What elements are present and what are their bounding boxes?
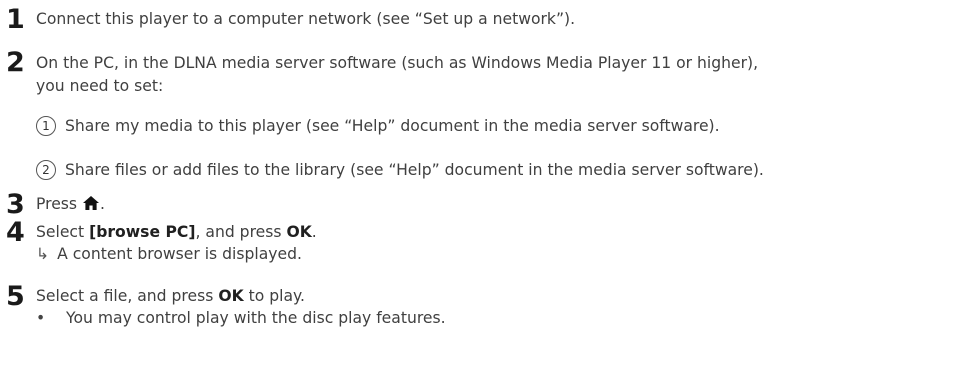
step-text-post: . [100, 195, 105, 213]
step-text-pre: Select [36, 223, 90, 241]
step-result: ↳ A content browser is displayed. [36, 243, 302, 265]
step-text-post: . [311, 223, 317, 241]
step-text-post: to play. [243, 287, 305, 305]
sub-step-number: 1 [36, 116, 56, 136]
step-text: Select [browse PC], and press OK. [36, 221, 317, 243]
home-icon [83, 194, 100, 216]
step-text: Press . [36, 193, 105, 216]
step-number: 3 [6, 189, 25, 220]
sub-step-text: Share my media to this player (see “Help… [65, 117, 720, 135]
ok-key: OK [286, 223, 312, 241]
step-text-pre: Press [36, 195, 78, 213]
step-bullet: • You may control play with the disc play… [36, 307, 446, 329]
result-arrow-icon: ↳ [36, 245, 50, 263]
ok-key: OK [218, 287, 244, 305]
step-text-pre: Select a file, and press [36, 287, 219, 305]
sub-step: 1 Share my media to this player (see “Hel… [36, 115, 720, 137]
step-number: 1 [6, 4, 25, 35]
step-text-continued: you need to set: [36, 77, 164, 95]
step-text-mid: , and press [195, 223, 287, 241]
sub-step: 2 Share files or add files to the library… [36, 159, 764, 181]
step-result-text: A content browser is displayed. [57, 245, 302, 263]
sub-step-text: Share files or add files to the library … [65, 161, 764, 179]
step-number: 2 [6, 47, 25, 78]
step-text: Connect this player to a computer networ… [36, 10, 576, 28]
step-number: 5 [6, 281, 25, 312]
step-bullet-text: You may control play with the disc play … [66, 309, 446, 327]
step-text: On the PC, in the DLNA media server soft… [36, 54, 759, 72]
sub-step-number: 2 [36, 160, 56, 180]
step-text: Select a file, and press OK to play. [36, 285, 305, 307]
bullet-icon: • [36, 309, 46, 327]
step-number: 4 [6, 217, 25, 248]
menu-option: [browse PC] [89, 223, 196, 241]
